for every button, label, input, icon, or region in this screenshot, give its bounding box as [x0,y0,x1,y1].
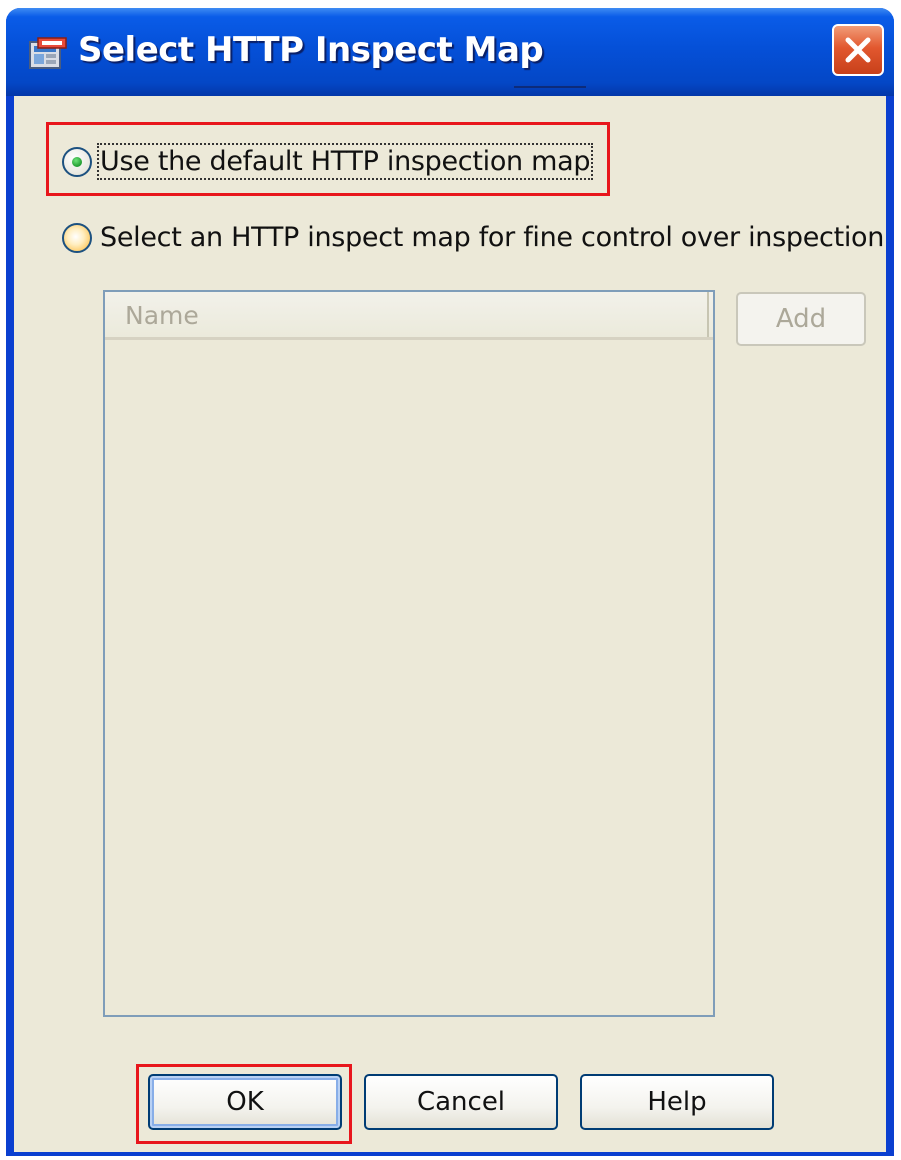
option-default-map-label[interactable]: Use the default HTTP inspection map [96,143,594,180]
table-header: Name [105,292,713,340]
close-button[interactable] [832,24,884,76]
dialog-window: Select HTTP Inspect Map Use the default … [6,8,894,1156]
ok-button[interactable]: OK [148,1074,342,1130]
option-custom-map[interactable]: Select an HTTP inspect map for fine cont… [62,222,884,253]
cancel-button[interactable]: Cancel [364,1074,558,1130]
inspect-map-table[interactable]: Name [103,290,715,1017]
column-header-name[interactable]: Name [105,292,709,337]
asdm-window-icon [28,36,68,72]
window-title: Select HTTP Inspect Map [78,30,544,70]
help-button[interactable]: Help [580,1074,774,1130]
radio-default-map[interactable] [62,146,92,177]
option-default-map[interactable]: Use the default HTTP inspection map [62,143,594,180]
close-icon [845,37,871,63]
radio-custom-map[interactable] [62,222,92,253]
title-bar[interactable]: Select HTTP Inspect Map [6,8,894,96]
option-custom-map-label[interactable]: Select an HTTP inspect map for fine cont… [100,222,884,253]
title-caret-line [514,86,586,88]
column-header-name-label: Name [125,301,199,330]
add-button[interactable]: Add [736,292,866,346]
dialog-body: Use the default HTTP inspection map Sele… [14,96,886,1152]
